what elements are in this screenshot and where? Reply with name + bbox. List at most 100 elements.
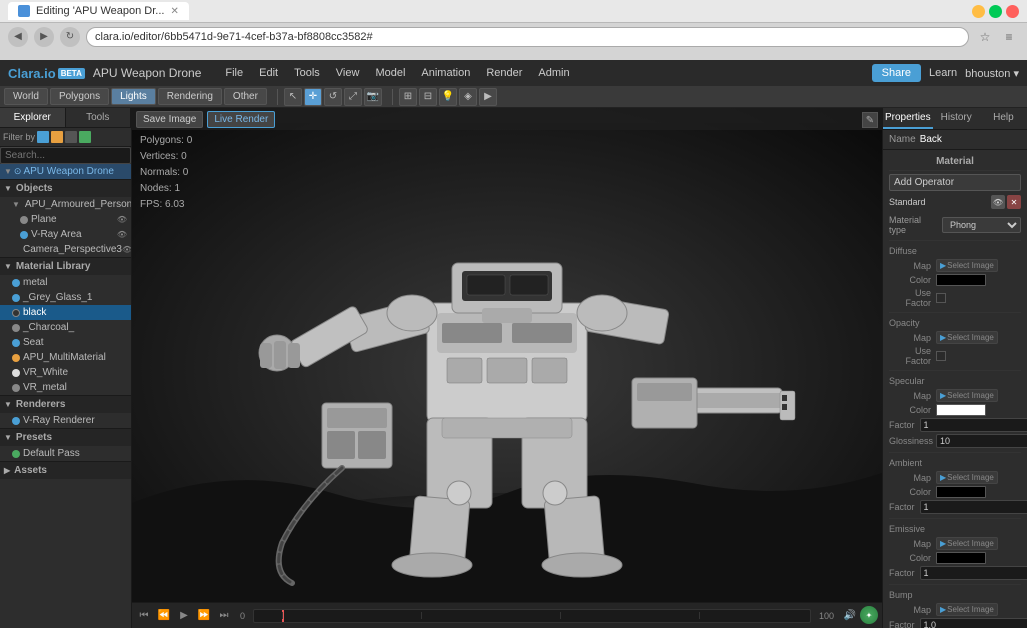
bump-map-btn[interactable]: ▶ Select Image (936, 603, 998, 616)
emissive-factor-input[interactable] (920, 566, 1027, 580)
scene-search[interactable] (0, 147, 131, 164)
use-factor-checkbox[interactable] (936, 293, 946, 303)
mat-vr-metal[interactable]: VR_metal (0, 380, 131, 395)
obj-apu[interactable]: ▼ APU_Armoured_Personnel_U... (0, 197, 131, 212)
obj-camera-vis[interactable]: 👁 (122, 245, 132, 254)
timeline-end[interactable]: ⏭ (216, 608, 232, 624)
tool-snap[interactable]: ⊞ (399, 88, 417, 106)
ambient-factor-input[interactable] (920, 500, 1027, 514)
mat-grey-glass[interactable]: _Grey_Glass_1 (0, 290, 131, 305)
mode-other[interactable]: Other (224, 88, 267, 105)
menu-render[interactable]: Render (478, 64, 530, 82)
mat-apu-multi[interactable]: APU_MultiMaterial (0, 350, 131, 365)
learn-button[interactable]: Learn (929, 67, 957, 79)
scene-root[interactable]: ▼ ⊙ APU Weapon Drone (0, 164, 131, 179)
assets-section[interactable]: ▶ Assets (0, 461, 131, 479)
tab-history[interactable]: History (933, 108, 980, 129)
obj-plane-vis[interactable]: 👁 (117, 215, 127, 224)
tab-explorer[interactable]: Explorer (0, 108, 66, 127)
specular-factor-input[interactable] (920, 418, 1027, 432)
glossiness-input[interactable] (936, 434, 1027, 448)
mode-world[interactable]: World (4, 88, 48, 105)
diffuse-map-btn[interactable]: ▶ Select Image (936, 259, 998, 272)
tool-camera[interactable]: 📷 (364, 88, 382, 106)
forward-button[interactable]: ▶ (34, 27, 54, 47)
menu-model[interactable]: Model (367, 64, 413, 82)
mat-black[interactable]: black (0, 305, 131, 320)
tool-render[interactable]: ▶ (479, 88, 497, 106)
tab-help[interactable]: Help (980, 108, 1027, 129)
tool-move[interactable]: ✛ (304, 88, 322, 106)
material-lib-section[interactable]: ▼ Material Library (0, 257, 131, 275)
opacity-checkbox[interactable] (936, 351, 946, 361)
browser-tab[interactable]: Editing 'APU Weapon Dr... ✕ (8, 2, 189, 20)
obj-vray-vis[interactable]: 👁 (117, 230, 127, 239)
filter-icon-1[interactable] (37, 131, 49, 143)
save-image-btn[interactable]: Save Image (136, 111, 203, 128)
filter-icon-4[interactable] (79, 131, 91, 143)
emissive-color-swatch[interactable] (936, 552, 986, 564)
tab-close-btn[interactable]: ✕ (170, 6, 178, 17)
tool-select[interactable]: ↖ (284, 88, 302, 106)
tool-material[interactable]: ◈ (459, 88, 477, 106)
tool-light[interactable]: 💡 (439, 88, 457, 106)
ambient-map-btn[interactable]: ▶ Select Image (936, 471, 998, 484)
live-render-btn[interactable]: Live Render (207, 111, 275, 128)
timeline-track[interactable] (253, 609, 811, 623)
filter-icon-2[interactable] (51, 131, 63, 143)
minimize-button[interactable] (972, 5, 985, 18)
bump-factor-input[interactable] (920, 618, 1027, 628)
close-button[interactable] (1006, 5, 1019, 18)
viewport-edit-btn[interactable]: ✎ (862, 112, 878, 128)
tool-scale[interactable]: ⤢ (344, 88, 362, 106)
mode-polygons[interactable]: Polygons (50, 88, 109, 105)
audio-btn[interactable]: 🔊 (842, 608, 858, 624)
user-menu[interactable]: bhouston ▾ (965, 67, 1019, 80)
url-bar[interactable] (86, 27, 969, 47)
back-button[interactable]: ◀ (8, 27, 28, 47)
obj-plane[interactable]: Plane 👁 (0, 212, 131, 227)
status-indicator[interactable]: ✦ (860, 606, 878, 624)
preset-default[interactable]: Default Pass (0, 446, 131, 461)
tab-properties[interactable]: Properties (883, 108, 933, 129)
diffuse-color-swatch[interactable] (936, 274, 986, 286)
presets-section[interactable]: ▼ Presets (0, 428, 131, 446)
tool-grid[interactable]: ⊟ (419, 88, 437, 106)
visibility-icon[interactable]: 👁 (991, 195, 1005, 209)
specular-map-btn[interactable]: ▶ Select Image (936, 389, 998, 402)
star-icon[interactable]: ☆ (975, 27, 995, 47)
close-material-icon[interactable]: ✕ (1007, 195, 1021, 209)
ambient-color-swatch[interactable] (936, 486, 986, 498)
mat-charcoal[interactable]: _Charcoal_ (0, 320, 131, 335)
timeline-play[interactable]: ▶ (176, 608, 192, 624)
timeline-prev[interactable]: ⏪ (156, 608, 172, 624)
emissive-map-btn[interactable]: ▶ Select Image (936, 537, 998, 550)
renderer-vray[interactable]: V-Ray Renderer (0, 413, 131, 428)
add-operator-btn[interactable]: Add Operator (889, 174, 1021, 191)
mat-type-dropdown[interactable]: Phong (942, 217, 1021, 233)
opacity-map-btn[interactable]: ▶ Select Image (936, 331, 998, 344)
tab-tools[interactable]: Tools (66, 108, 132, 127)
timeline-next[interactable]: ⏩ (196, 608, 212, 624)
mat-seat[interactable]: Seat (0, 335, 131, 350)
specular-color-swatch[interactable] (936, 404, 986, 416)
tool-rotate[interactable]: ↺ (324, 88, 342, 106)
mat-vr-white[interactable]: VR_White (0, 365, 131, 380)
mode-lights[interactable]: Lights (111, 88, 156, 105)
obj-vray-area[interactable]: V-Ray Area 👁 (0, 227, 131, 242)
reload-button[interactable]: ↻ (60, 27, 80, 47)
filter-icon-3[interactable] (65, 131, 77, 143)
menu-view[interactable]: View (328, 64, 368, 82)
menu-icon[interactable]: ≡ (999, 27, 1019, 47)
maximize-button[interactable] (989, 5, 1002, 18)
menu-tools[interactable]: Tools (286, 64, 328, 82)
renderers-section[interactable]: ▼ Renderers (0, 395, 131, 413)
objects-section[interactable]: ▼ Objects (0, 179, 131, 197)
mat-metal[interactable]: metal (0, 275, 131, 290)
mode-rendering[interactable]: Rendering (158, 88, 222, 105)
menu-admin[interactable]: Admin (530, 64, 577, 82)
timeline-start[interactable]: ⏮ (136, 608, 152, 624)
menu-file[interactable]: File (217, 64, 251, 82)
menu-animation[interactable]: Animation (413, 64, 478, 82)
obj-camera[interactable]: Camera_Perspective3 👁 (0, 242, 131, 257)
